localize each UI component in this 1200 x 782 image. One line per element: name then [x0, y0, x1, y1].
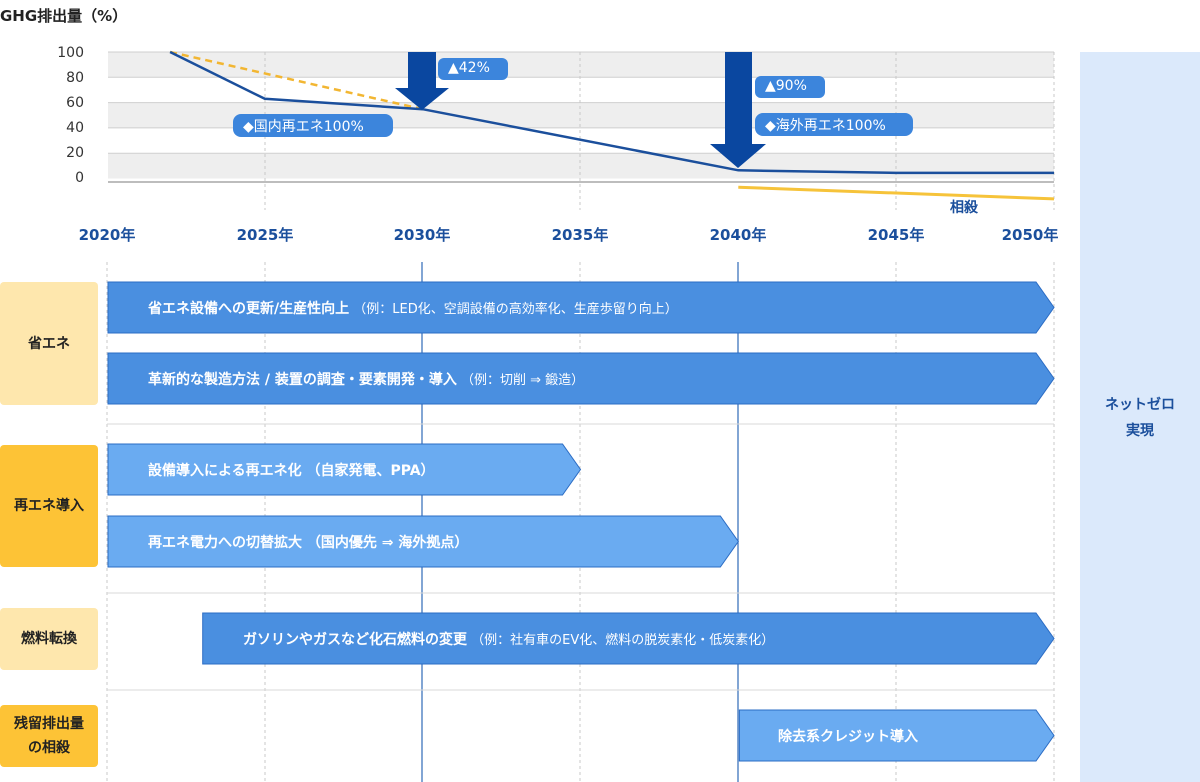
roadmap-bar-title: 革新的な製造方法 / 装置の調査・要素開発・導入 [148, 371, 457, 388]
roadmap-bar-note: （例：LED化、空調設備の高効率化、生産歩留り向上） [349, 301, 678, 317]
roadmap-bar-label: 革新的な製造方法 / 装置の調査・要素開発・導入 （例：切削 ⇒ 鍛造） [148, 369, 584, 389]
bar-text-layer: 省エネ設備への更新/生産性向上 （例：LED化、空調設備の高効率化、生産歩留り向… [0, 0, 1080, 782]
roadmap-bar-note: （例：切削 ⇒ 鍛造） [456, 372, 585, 388]
roadmap-bar-title: ガソリンやガスなど化石燃料の変更 [243, 631, 467, 648]
net-zero-label: ネットゼロ 実現 [1105, 397, 1175, 439]
roadmap-bar-title: 省エネ設備への更新/生産性向上 [148, 300, 350, 317]
roadmap-bar-label: 除去系クレジット導入 [778, 726, 918, 746]
roadmap-bar-title: 再エネ電力への切替拡大 （国内優先 ⇒ 海外拠点） [148, 534, 469, 551]
roadmap-bar-label: 省エネ設備への更新/生産性向上 （例：LED化、空調設備の高効率化、生産歩留り向… [148, 298, 678, 318]
roadmap-bar-label: 設備導入による再エネ化 （自家発電、PPA） [148, 460, 435, 480]
roadmap-bar-label: 再エネ電力への切替拡大 （国内優先 ⇒ 海外拠点） [148, 532, 468, 552]
roadmap-bar-title: 除去系クレジット導入 [778, 728, 918, 745]
roadmap-bar-label: ガソリンやガスなど化石燃料の変更 （例：社有車のEV化、燃料の脱炭素化・低炭素化… [243, 629, 774, 649]
roadmap-bar-note: （例：社有車のEV化、燃料の脱炭素化・低炭素化） [467, 632, 775, 648]
roadmap-bar-title: 設備導入による再エネ化 （自家発電、PPA） [148, 462, 435, 479]
